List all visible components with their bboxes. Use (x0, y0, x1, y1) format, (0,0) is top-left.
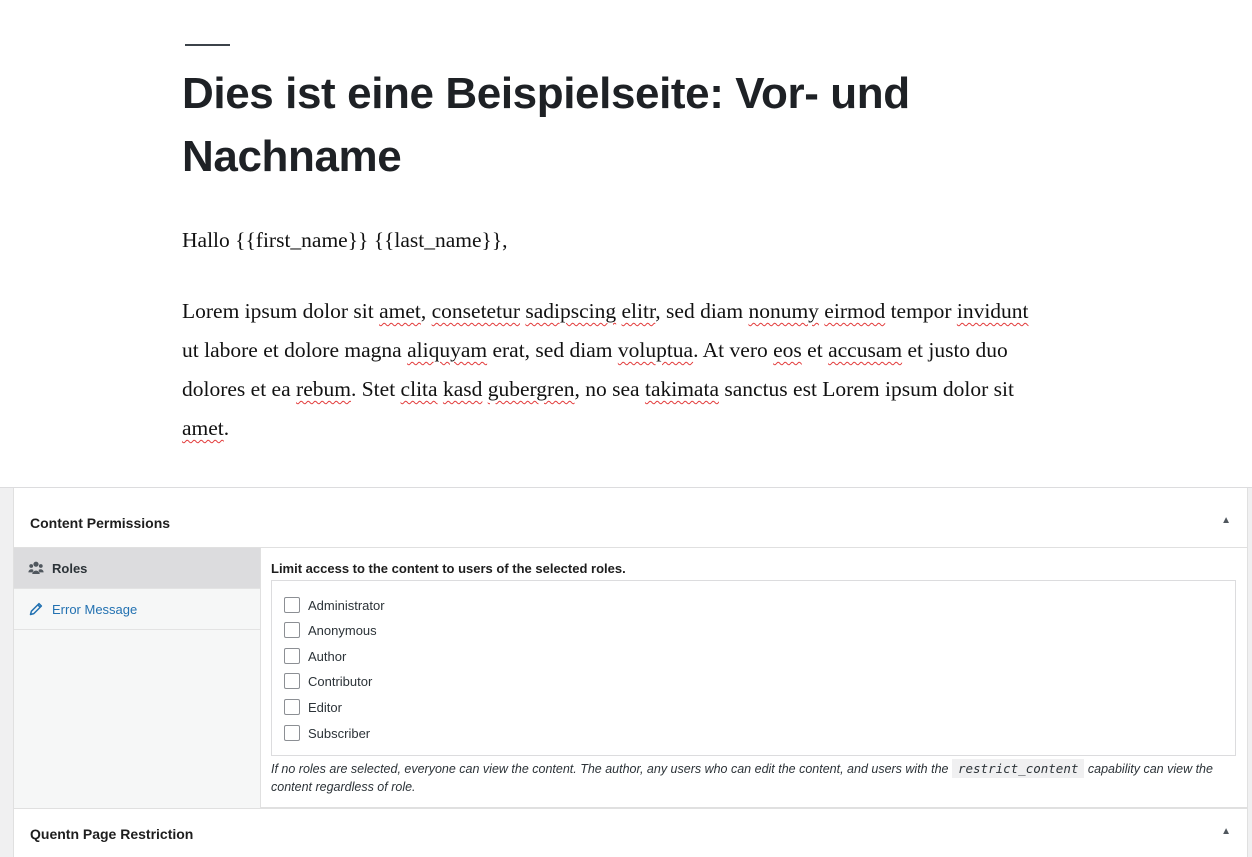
quentn-restriction-header[interactable]: Quentn Page Restriction ▲ (14, 809, 1247, 857)
greeting-paragraph[interactable]: Hallo {{first_name}} {{last_name}}, (182, 221, 1032, 260)
text-run: et (801, 338, 829, 362)
collapse-toggle-icon[interactable]: ▲ (1221, 826, 1231, 837)
spellcheck-word: accusam (828, 338, 903, 362)
spellcheck-word: clita (400, 377, 438, 401)
text-run: tempor (885, 299, 957, 323)
role-checkbox[interactable] (284, 597, 300, 613)
role-anonymous[interactable]: Anonymous (284, 620, 377, 640)
role-editor[interactable]: Editor (284, 697, 342, 717)
roles-panel-label: Limit access to the content to users of … (271, 561, 626, 576)
text-run: sanctus est Lorem ipsum dolor sit (719, 377, 1014, 401)
role-checkbox[interactable] (284, 622, 300, 638)
spellcheck-word: eos (773, 338, 802, 362)
spellcheck-word: sadipscing (525, 299, 617, 323)
lorem-paragraph[interactable]: Lorem ipsum dolor sit amet, consetetur s… (182, 292, 1032, 448)
role-subscriber[interactable]: Subscriber (284, 723, 370, 743)
spellcheck-word: amet (182, 416, 224, 440)
spellcheck-word: elitr (621, 299, 656, 323)
pencil-icon (28, 601, 44, 617)
content-permissions-header[interactable]: Content Permissions ▲ (14, 488, 1247, 548)
tab-roles-label: Roles (52, 560, 88, 576)
role-label: Anonymous (308, 622, 377, 638)
role-label: Administrator (308, 597, 385, 613)
quentn-restriction-title: Quentn Page Restriction (30, 826, 194, 842)
note-text-before: If no roles are selected, everyone can v… (271, 762, 949, 776)
text-run: , sed diam (655, 299, 749, 323)
tab-roles[interactable]: Roles (14, 548, 260, 589)
roles-panel: Limit access to the content to users of … (271, 548, 1241, 806)
role-administrator[interactable]: Administrator (284, 595, 385, 615)
role-label: Subscriber (308, 725, 371, 741)
role-checkbox[interactable] (284, 725, 300, 741)
role-checkbox[interactable] (284, 648, 300, 664)
quentn-restriction-metabox: Quentn Page Restriction ▲ (13, 808, 1248, 857)
spellcheck-word: consetetur (431, 299, 520, 323)
text-run: . (223, 416, 230, 440)
roles-checklist: Administrator Anonymous Author Contribut… (271, 580, 1236, 756)
spellcheck-word: rebum (296, 377, 351, 401)
metabox-area: Content Permissions ▲ Roles Error Messag… (0, 487, 1252, 857)
editor-canvas: Dies ist eine Beispielseite: Vor- und Na… (0, 0, 1252, 488)
collapse-toggle-icon[interactable]: ▲ (1221, 515, 1231, 526)
text-run: ut labore et dolore magna (182, 338, 408, 362)
title-separator (185, 44, 230, 46)
capability-code: restrict_content (951, 759, 1085, 778)
tab-error-message[interactable]: Error Message (14, 589, 260, 630)
groups-icon (28, 560, 44, 576)
text-run: Lorem ipsum dolor sit (182, 299, 380, 323)
role-checkbox[interactable] (284, 699, 300, 715)
role-label: Author (308, 648, 347, 664)
permissions-tabs-nav: Roles Error Message (14, 548, 261, 808)
text-run: erat, sed diam (487, 338, 618, 362)
content-permissions-title: Content Permissions (30, 515, 171, 531)
spellcheck-word: kasd (442, 377, 483, 401)
spellcheck-word: gubergren (487, 377, 575, 401)
role-label: Editor (308, 699, 342, 715)
text-run: . At vero (693, 338, 774, 362)
roles-help-note: If no roles are selected, everyone can v… (271, 759, 1236, 796)
text-run: , no sea (574, 377, 645, 401)
spellcheck-word: aliquyam (407, 338, 488, 362)
text-run: . Stet (350, 377, 401, 401)
spellcheck-word: nonumy (748, 299, 819, 323)
role-label: Contributor (308, 673, 373, 689)
content-permissions-metabox: Content Permissions ▲ Roles Error Messag… (13, 488, 1248, 808)
spellcheck-word: invidunt (956, 299, 1029, 323)
tab-error-message-label: Error Message (52, 601, 138, 617)
spellcheck-word: voluptua (617, 338, 694, 362)
spellcheck-word: amet (379, 299, 421, 323)
role-contributor[interactable]: Contributor (284, 671, 372, 691)
role-author[interactable]: Author (284, 646, 346, 666)
post-title[interactable]: Dies ist eine Beispielseite: Vor- und Na… (182, 62, 942, 188)
role-checkbox[interactable] (284, 673, 300, 689)
text-run: , (420, 299, 432, 323)
spellcheck-word: takimata (644, 377, 719, 401)
spellcheck-word: eirmod (824, 299, 886, 323)
